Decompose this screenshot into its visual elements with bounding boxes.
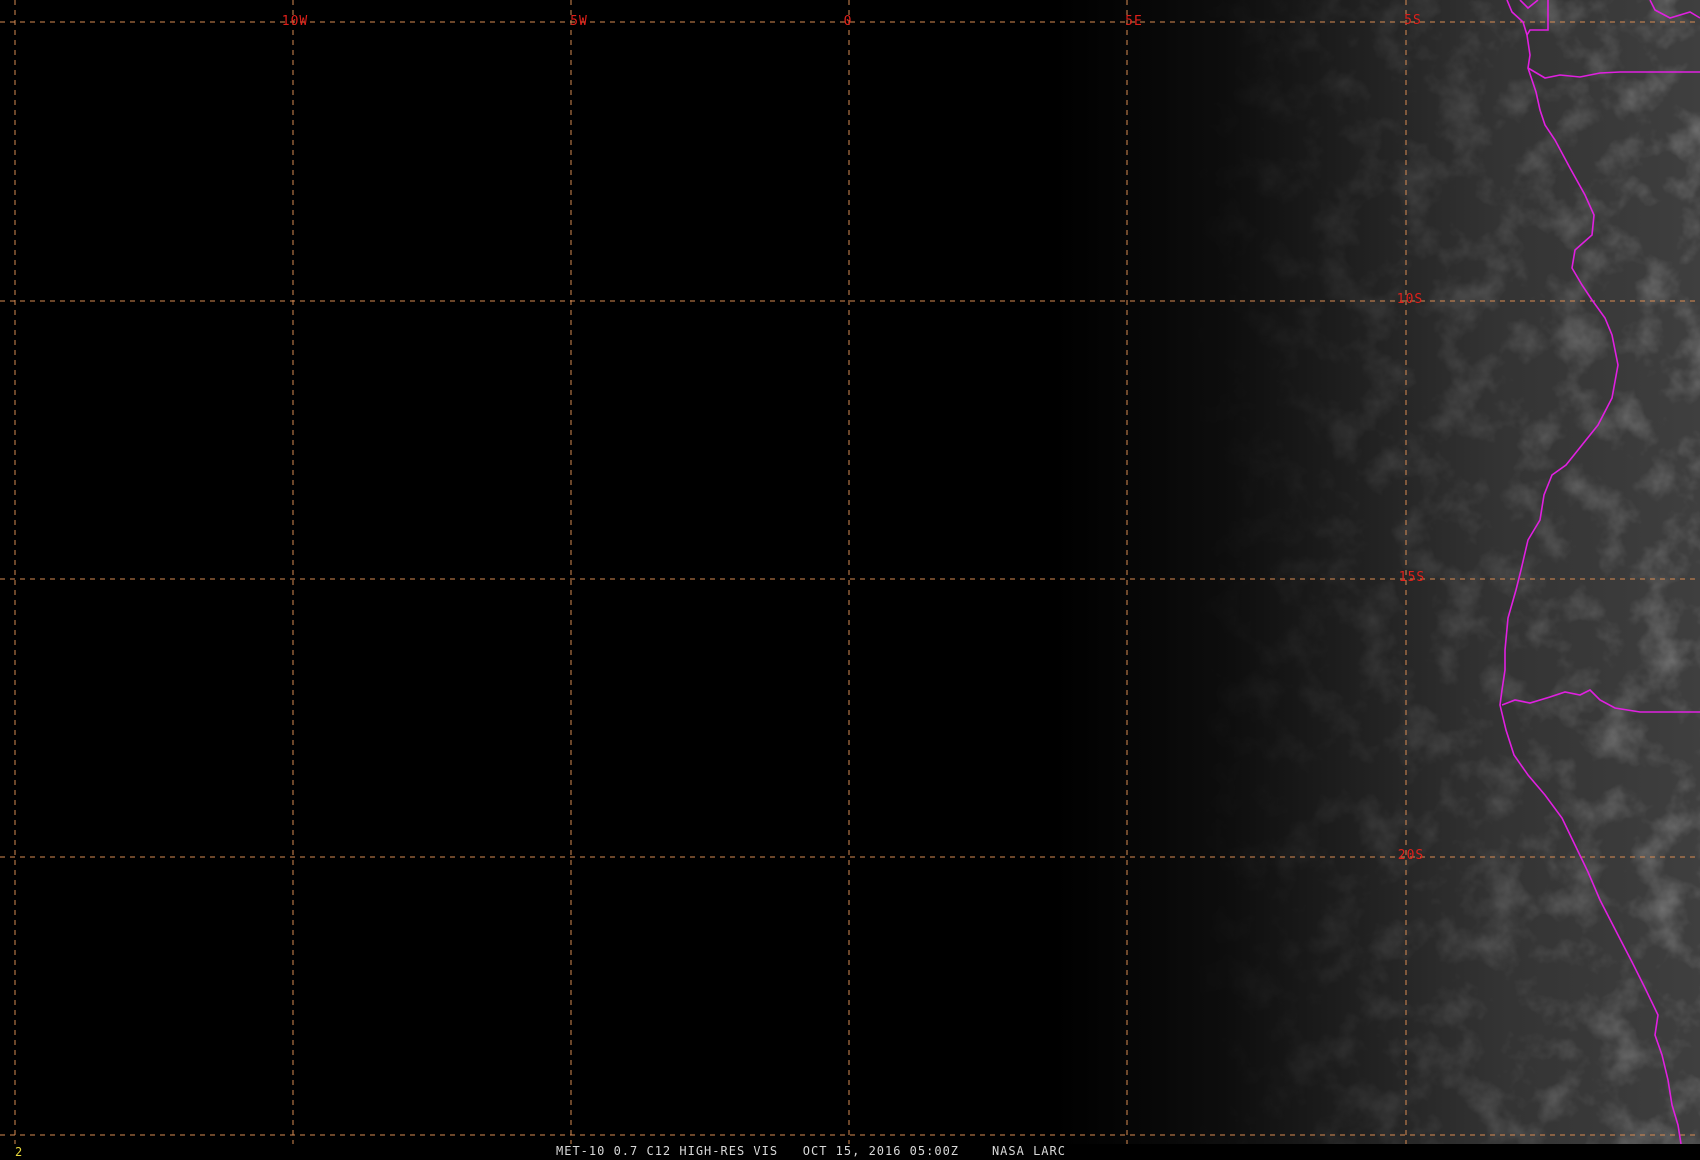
longitude-label-5w: 5W: [570, 14, 588, 29]
imagery-background: [0, 0, 1700, 1144]
longitude-label-5e: 5E: [1125, 14, 1143, 29]
data-source: NASA LARC: [991, 1144, 1066, 1158]
image-caption: MET-10 0.7 C12 HIGH-RES VIS OCT 15, 2016…: [556, 1145, 1066, 1158]
latitude-label-15s: 15S: [1398, 570, 1426, 585]
latitude-label-5s: 5S: [1404, 13, 1422, 28]
longitude-label-0: 0: [843, 14, 853, 29]
latitude-label-20s: 20S: [1397, 848, 1425, 863]
longitude-label-10w: 10W: [281, 14, 309, 29]
satellite-product: MET-10 0.7 C12 HIGH-RES VIS: [556, 1144, 779, 1158]
frame-number: 2: [15, 1145, 23, 1159]
observation-datetime: OCT 15, 2016 05:00Z: [802, 1144, 960, 1158]
satellite-image: [0, 0, 1700, 1145]
latitude-label-10s: 10S: [1396, 292, 1424, 307]
